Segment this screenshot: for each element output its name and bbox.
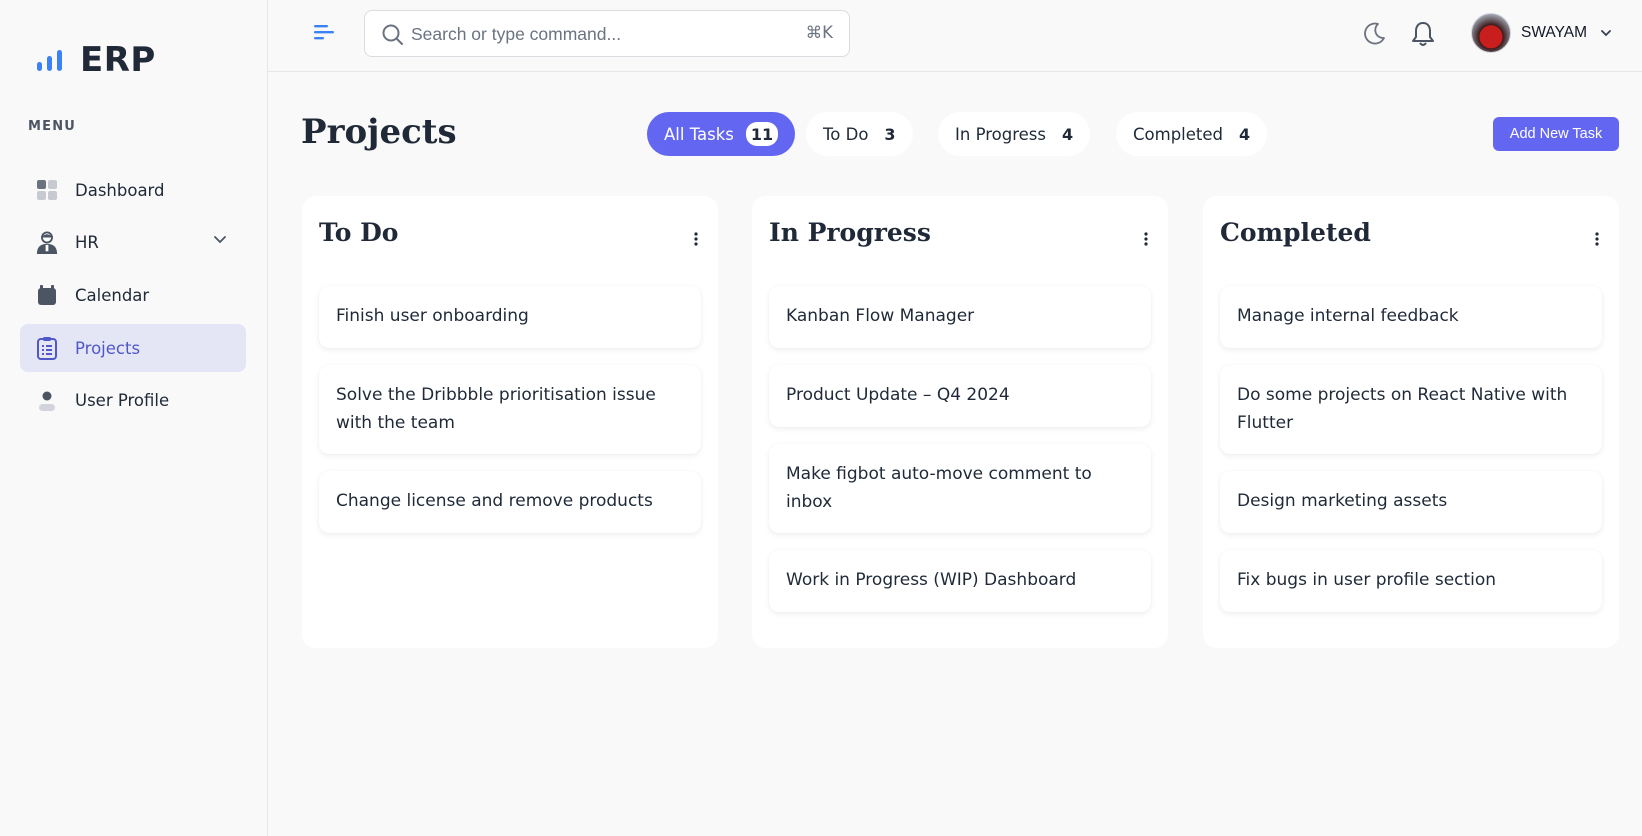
moon-icon[interactable] xyxy=(1361,21,1387,47)
sidebar: ERP MENU Dashboard HR Calendar Projects … xyxy=(0,0,268,836)
more-options-icon[interactable] xyxy=(1595,232,1599,246)
card-list: Finish user onboarding Solve the Dribbbl… xyxy=(319,286,701,550)
task-card-title: Make figbot auto-move comment to inbox xyxy=(786,464,1092,512)
calendar-icon xyxy=(36,284,58,306)
task-card-title: Manage internal feedback xyxy=(1237,306,1459,327)
filter-label: To Do xyxy=(823,124,869,144)
bell-icon[interactable] xyxy=(1410,20,1436,48)
keyboard-shortcut-hint: ⌘K xyxy=(805,23,833,42)
kanban-column-completed: Completed Manage internal feedback Do so… xyxy=(1203,196,1619,648)
task-card-title: Solve the Dribbble prioritisation issue … xyxy=(336,385,656,433)
sidebar-item-label: User Profile xyxy=(75,391,170,411)
filter-in-progress[interactable]: In Progress 4 xyxy=(938,112,1091,156)
task-card[interactable]: Do some projects on React Native with Fl… xyxy=(1220,365,1602,454)
top-header: ⌘K SWAYAM xyxy=(268,0,1642,72)
menu-section-label: MENU xyxy=(28,119,77,134)
avatar xyxy=(1471,13,1511,53)
filter-count-badge: 3 xyxy=(884,124,896,144)
sidebar-item-projects[interactable]: Projects xyxy=(20,324,246,373)
user-menu[interactable]: SWAYAM xyxy=(1471,13,1611,53)
page-title: Projects xyxy=(301,112,457,152)
filter-count-badge: 4 xyxy=(1239,124,1251,144)
task-card[interactable]: Kanban Flow Manager xyxy=(769,286,1151,348)
sidebar-item-user-profile[interactable]: User Profile xyxy=(20,377,246,425)
task-card-title: Kanban Flow Manager xyxy=(786,306,975,327)
task-card-title: Design marketing assets xyxy=(1237,491,1448,512)
filter-count-badge: 4 xyxy=(1061,124,1074,144)
task-card-title: Change license and remove products xyxy=(336,491,653,512)
task-card-title: Product Update – Q4 2024 xyxy=(786,385,1010,406)
search-icon xyxy=(382,24,403,45)
task-card[interactable]: Solve the Dribbble prioritisation issue … xyxy=(319,365,701,454)
more-options-icon[interactable] xyxy=(1144,232,1148,246)
dashboard-icon xyxy=(36,179,58,201)
task-card-title: Work in Progress (WIP) Dashboard xyxy=(786,570,1077,591)
sidebar-item-label: Calendar xyxy=(75,285,150,305)
sidebar-nav: Dashboard HR Calendar Projects User Prof… xyxy=(20,166,246,429)
bar-chart-logo-icon xyxy=(37,50,62,71)
sidebar-item-label: Dashboard xyxy=(75,180,165,200)
task-card[interactable]: Change license and remove products xyxy=(319,471,701,533)
filter-label: Completed xyxy=(1133,124,1223,144)
add-new-task-button[interactable]: Add New Task xyxy=(1493,117,1619,151)
task-card[interactable]: Work in Progress (WIP) Dashboard xyxy=(769,550,1151,612)
task-card-title: Do some projects on React Native with Fl… xyxy=(1237,385,1568,433)
column-title: In Progress xyxy=(769,218,931,247)
chevron-down-icon xyxy=(214,235,226,243)
task-card[interactable]: Finish user onboarding xyxy=(319,286,701,348)
sidebar-item-label: HR xyxy=(75,233,99,253)
kanban-column-in-progress: In Progress Kanban Flow Manager Product … xyxy=(752,196,1168,648)
logo[interactable]: ERP xyxy=(36,40,156,80)
more-options-icon[interactable] xyxy=(694,232,698,246)
filter-count-badge: 11 xyxy=(745,122,779,146)
kanban-column-to-do: To Do Finish user onboarding Solve the D… xyxy=(302,196,718,648)
sidebar-item-calendar[interactable]: Calendar xyxy=(20,271,246,319)
task-card[interactable]: Fix bugs in user profile section xyxy=(1220,550,1602,612)
clipboard-list-icon xyxy=(36,337,58,361)
sidebar-item-label: Projects xyxy=(75,338,141,358)
filter-label: In Progress xyxy=(955,124,1046,144)
user-icon xyxy=(36,390,58,412)
filter-all-tasks[interactable]: All Tasks 11 xyxy=(647,112,796,156)
chevron-down-icon xyxy=(1601,29,1611,36)
filter-to-do[interactable]: To Do 3 xyxy=(806,112,913,156)
column-title: Completed xyxy=(1220,218,1371,247)
search-box[interactable]: ⌘K xyxy=(364,10,850,57)
sidebar-item-dashboard[interactable]: Dashboard xyxy=(20,166,246,214)
card-list: Kanban Flow Manager Product Update – Q4 … xyxy=(769,286,1151,629)
column-title: To Do xyxy=(319,218,399,247)
task-card-title: Finish user onboarding xyxy=(336,306,529,327)
brand-name: ERP xyxy=(80,40,156,80)
task-card[interactable]: Product Update – Q4 2024 xyxy=(769,365,1151,427)
user-name: SWAYAM xyxy=(1521,24,1588,41)
task-card[interactable]: Manage internal feedback xyxy=(1220,286,1602,348)
card-list: Manage internal feedback Do some project… xyxy=(1220,286,1602,629)
hr-person-icon xyxy=(36,231,58,254)
filter-completed[interactable]: Completed 4 xyxy=(1116,112,1268,156)
filter-label: All Tasks xyxy=(664,124,734,144)
task-card[interactable]: Design marketing assets xyxy=(1220,471,1602,533)
task-card[interactable]: Make figbot auto-move comment to inbox xyxy=(769,444,1151,533)
menu-toggle-icon[interactable] xyxy=(312,22,336,42)
task-card-title: Fix bugs in user profile section xyxy=(1237,570,1497,591)
sidebar-item-hr[interactable]: HR xyxy=(20,219,246,267)
search-input[interactable] xyxy=(411,19,771,49)
